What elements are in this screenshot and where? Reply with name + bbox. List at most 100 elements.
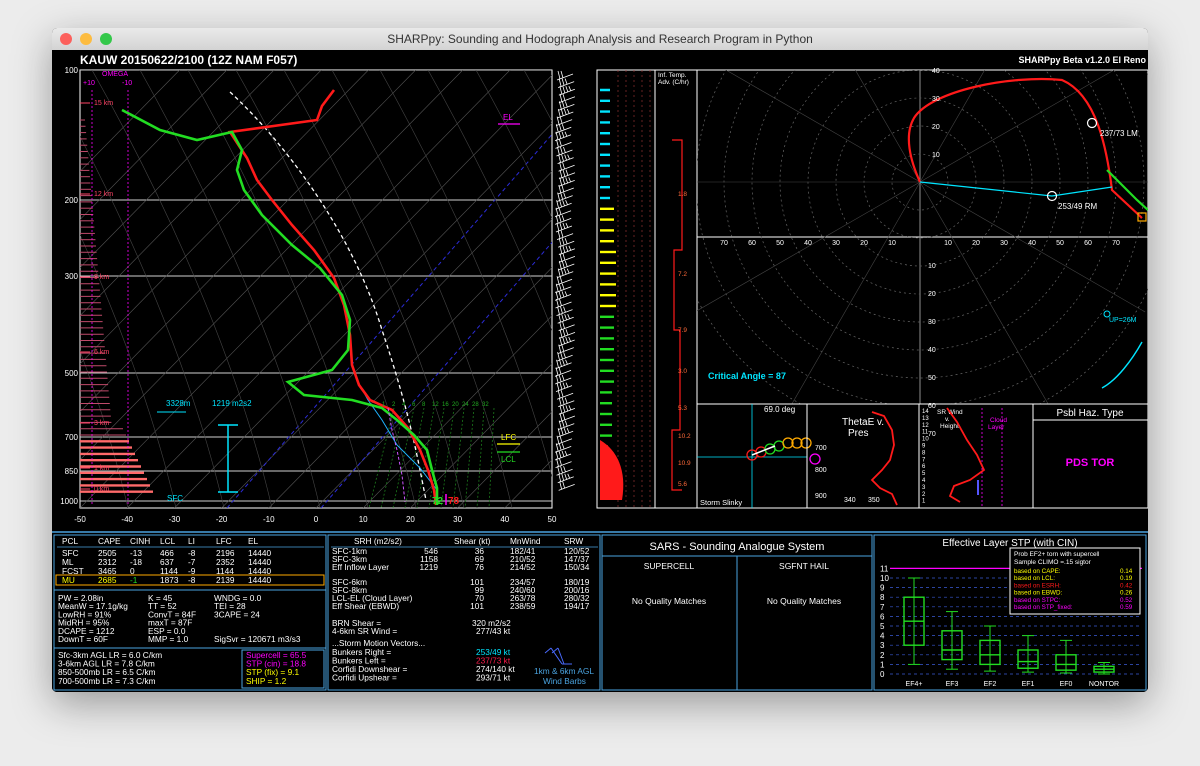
srwind-height-label: 5: [922, 471, 926, 477]
pressure-label: 300: [65, 272, 79, 281]
temp-advection-value: 3.0: [678, 368, 687, 375]
dry-adiabat: [139, 70, 321, 508]
srwind-height-label: 2: [922, 492, 926, 498]
kinematic-shear: 101: [470, 601, 484, 611]
wind-barb: [558, 412, 576, 423]
wind-barb: [555, 443, 572, 453]
omega-minus: -10: [122, 80, 132, 87]
dry-adiabat: [379, 70, 552, 478]
wind-barb: [557, 108, 574, 119]
temp-advection-value: 10.9: [678, 460, 691, 467]
stp-legend-value: 0.52: [1120, 597, 1133, 604]
kinematic-shear: 76: [475, 562, 485, 572]
skewt-frame: [79, 69, 553, 509]
stp-category: NONTOR: [1089, 681, 1119, 688]
hodo-spoke: [791, 181, 921, 404]
wind-barb: [558, 420, 575, 430]
low-level-fill: [600, 440, 624, 500]
hodo-ring-label: 30: [832, 240, 840, 247]
hazard-value: PDS TOR: [1066, 457, 1115, 469]
wind-speed-panel: [596, 69, 656, 509]
srwind-height-label: 13: [922, 416, 929, 422]
sharppy-display: KAUW 20150622/2100 (12Z NAM F057) SHARPp…: [52, 40, 1148, 692]
parcel-cell[interactable]: 2685: [98, 575, 117, 585]
height-label: 3 km: [94, 420, 109, 427]
thermo-index: SigSvr = 120671 m3/s3: [214, 634, 301, 644]
pressure-label: 850: [65, 467, 79, 476]
parcel-cell[interactable]: 1873: [160, 575, 179, 585]
stp-ytick: 5: [880, 622, 885, 631]
stp-ytick: 4: [880, 632, 885, 641]
mixing-ratio-line: [452, 407, 465, 508]
thetae-t350: 350: [868, 497, 880, 504]
wind-barb: [558, 405, 576, 415]
barb-label-1: 1km & 6km AGL: [534, 666, 594, 676]
thermo-index: DownT = 60F: [58, 634, 108, 644]
wind-barb: [558, 86, 576, 96]
lfc-label: LFC: [501, 433, 516, 442]
lapse-rate: 700-500mb LR = 7.3 C/km: [58, 676, 156, 686]
mixing-ratio-label: 24: [462, 402, 469, 408]
parcel-cell[interactable]: -1: [130, 575, 138, 585]
srwind-height-label: 8: [922, 450, 926, 456]
stp-legend-value: 0.42: [1120, 582, 1133, 589]
station-header: KAUW 20150622/2100 (12Z NAM F057): [80, 53, 297, 67]
thetae-p700: 700: [815, 445, 827, 452]
stp-legend-label: based on ESRH:: [1014, 582, 1061, 589]
hodo-ring-label: 70: [928, 431, 936, 438]
pressure-label: 1000: [60, 497, 78, 506]
thetae-title: ThetaE v.: [842, 417, 884, 428]
parcel-header: LFC: [216, 536, 232, 546]
isotherm: [80, 70, 511, 508]
parcel-cell[interactable]: MU: [62, 575, 75, 585]
temp-axis-label: 0: [314, 515, 319, 524]
hodo-ring-label: 40: [804, 240, 812, 247]
hodograph-panel[interactable]: 237/73 LM 253/49 RM UP=26M Critical Angl…: [660, 40, 1148, 442]
wind-barb: [554, 450, 572, 461]
slinky-circles: [746, 437, 821, 465]
stp-title: Effective Layer STP (with CIN): [942, 538, 1077, 549]
stp-ytick: 11: [880, 564, 889, 573]
main-canvas: KAUW 20150622/2100 (12Z NAM F057) SHARPp…: [52, 40, 1148, 692]
thermo-index: MMP = 1.0: [148, 634, 189, 644]
sfc-label: SFC: [167, 494, 183, 503]
parcel-cell[interactable]: 14440: [248, 575, 271, 585]
stp-legend-label: based on CAPE:: [1014, 568, 1061, 575]
thetae-title2: Pres: [848, 428, 869, 439]
srwind-panel: SR Wind v. Height Cloud Layer 1413121110…: [918, 403, 1034, 509]
storm-motion-value: 293/71 kt: [476, 673, 511, 683]
hodo-ring-label: 30: [1000, 240, 1008, 247]
isotherm-minus20: [226, 133, 552, 508]
hodo-ring-label: 40: [928, 347, 936, 354]
hodo-spoke: [919, 70, 1115, 183]
temp-axis-label: 40: [500, 515, 509, 524]
lcl-label: LCL: [501, 455, 516, 464]
hodo-ring-label: 20: [972, 240, 980, 247]
skewt-labels: 1002003005007008501000-50 -40 -30 -20 -10 0 10…: [60, 66, 557, 524]
isotherm: [599, 70, 1029, 508]
srwind-height-label: 9: [922, 444, 926, 450]
el-label: EL: [503, 113, 513, 122]
parcel-cell[interactable]: 2139: [216, 575, 235, 585]
sars-hail-title: SGFNT HAIL: [779, 561, 829, 571]
temp-axis-label: 10: [359, 515, 368, 524]
kinematic-meanwind: 214/52: [510, 562, 536, 572]
kinematic-header: MnWind: [510, 536, 541, 546]
inferred-temp-title2: Adv. (C/hr): [658, 79, 689, 86]
wind-barb: [558, 245, 576, 256]
hodo-spoke: [697, 181, 921, 312]
wind-barb: [554, 367, 572, 377]
temp-advection-value: 7.9: [678, 327, 687, 334]
parcel-trace: [229, 91, 427, 501]
stp-legend-label: based on STPC:: [1014, 597, 1060, 604]
sars-supercell-title: SUPERCELL: [644, 561, 695, 571]
inferred-temp-title: Inf. Temp.: [658, 72, 687, 79]
wind-barb: [558, 177, 575, 187]
srwind-title3: Height: [940, 423, 959, 430]
wind-barb: [557, 314, 574, 324]
stp-ytick: 3: [880, 641, 885, 650]
temp-axis-label: -10: [263, 515, 275, 524]
parcel-cell[interactable]: -8: [188, 575, 196, 585]
height-label: 6 km: [94, 349, 109, 356]
sars-title: SARS - Sounding Analogue System: [650, 541, 825, 553]
